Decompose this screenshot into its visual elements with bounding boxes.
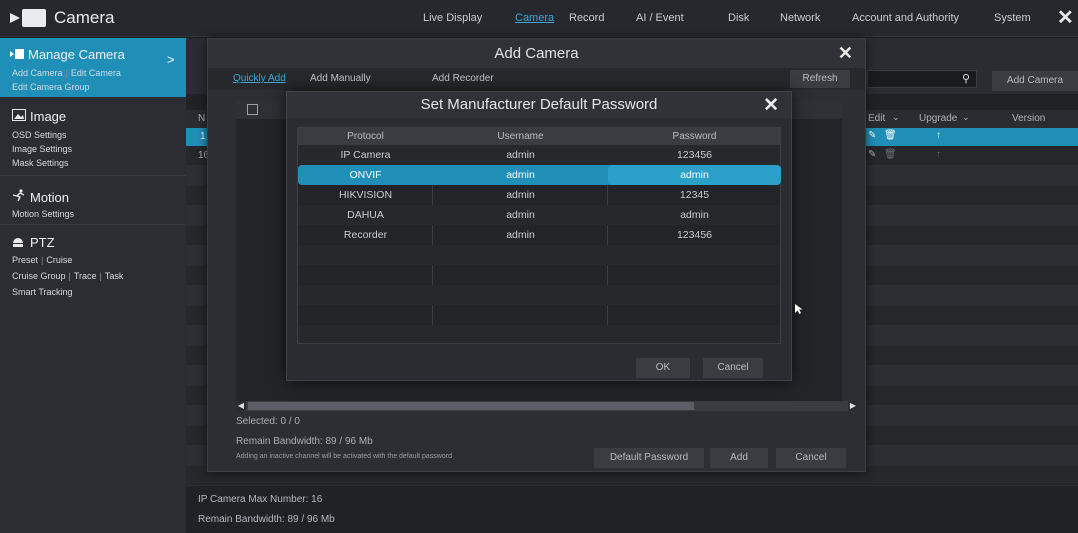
ip-camera-max-number: IP Camera Max Number: 16 xyxy=(198,494,323,505)
cell-password[interactable]: 123456 xyxy=(608,145,781,165)
motion-icon xyxy=(12,189,25,201)
password-table-header: Protocol Username Password xyxy=(298,128,780,145)
dialog-tabs: Quickly Add Add Manually Add Recorder Re… xyxy=(208,68,865,90)
cell-protocol: Recorder xyxy=(343,229,388,241)
cell-password[interactable]: admin xyxy=(608,205,781,225)
image-icon xyxy=(12,109,26,121)
sidebar-link-preset[interactable]: Preset xyxy=(12,255,38,265)
add-button[interactable]: Add xyxy=(710,448,768,468)
cell-protocol: HIKVISION xyxy=(338,189,393,201)
mouse-cursor-icon xyxy=(795,304,803,314)
ptz-icon xyxy=(13,238,23,247)
nav-camera[interactable]: Camera xyxy=(515,0,554,37)
cell-username[interactable]: admin xyxy=(433,165,608,185)
search-input[interactable]: ⚲ xyxy=(867,70,977,88)
cell-password[interactable]: admin xyxy=(608,165,781,185)
cancel-button[interactable]: Cancel xyxy=(776,448,846,468)
column-version: Version xyxy=(1012,113,1046,124)
row-number: 1 xyxy=(200,131,206,142)
upgrade-icon[interactable]: ↑ xyxy=(936,149,941,160)
dialog-remain-bandwidth: Remain Bandwidth: 89 / 96 Mb xyxy=(236,436,373,447)
ok-button[interactable]: OK xyxy=(636,358,690,378)
cancel-button[interactable]: Cancel xyxy=(703,358,763,378)
sidebar-link-smart-tracking[interactable]: Smart Tracking xyxy=(12,287,73,297)
search-icon[interactable]: ⚲ xyxy=(962,72,970,85)
sidebar-title-image[interactable]: Image xyxy=(30,109,66,124)
close-icon[interactable]: ✕ xyxy=(1057,8,1074,28)
sidebar-link-add-camera[interactable]: Add Camera xyxy=(12,68,63,78)
nav-record[interactable]: Record xyxy=(569,0,604,37)
sidebar-title-manage-camera: Manage Camera xyxy=(28,47,125,62)
dialog-title: Add Camera xyxy=(208,39,865,68)
sidebar: Manage Camera Add Camera | Edit Camera Edi… xyxy=(0,38,186,533)
sidebar-link-cruise[interactable]: Cruise xyxy=(46,255,72,265)
camera-icon xyxy=(10,49,24,59)
header-password: Password xyxy=(672,131,717,142)
cell-username[interactable]: admin xyxy=(433,225,608,245)
tab-add-recorder[interactable]: Add Recorder xyxy=(432,73,494,84)
chevron-down-icon[interactable]: ⌄ xyxy=(962,112,970,123)
activation-note: Adding an inactive channel will be activ… xyxy=(236,453,452,460)
cell-protocol: DAHUA xyxy=(347,209,384,221)
top-bar: Camera Live Display Camera Record AI / E… xyxy=(0,0,1078,37)
sidebar-link-edit-camera[interactable]: Edit Camera xyxy=(71,68,121,78)
sidebar-link-mask-settings[interactable]: Mask Settings xyxy=(12,158,69,168)
default-password-dialog: Set Manufacturer Default Password ✕ Prot… xyxy=(286,91,792,381)
column-edit: Edit xyxy=(868,113,886,124)
column-upgrade: Upgrade xyxy=(919,113,958,124)
cell-protocol: IP Camera xyxy=(340,149,391,161)
camera-icon xyxy=(10,9,46,27)
column-no: N xyxy=(198,113,206,124)
scroll-left-icon[interactable]: ◀ xyxy=(236,401,246,411)
refresh-button[interactable]: Refresh xyxy=(790,70,850,88)
chevron-down-icon[interactable]: ⌄ xyxy=(892,112,900,123)
remain-bandwidth: Remain Bandwidth: 89 / 96 Mb xyxy=(198,514,335,525)
cell-password[interactable]: 123456 xyxy=(608,225,781,245)
nav-disk[interactable]: Disk xyxy=(728,0,749,37)
sidebar-title-motion[interactable]: Motion xyxy=(30,190,69,205)
edit-icon[interactable]: ✎ xyxy=(868,149,876,160)
edit-icon[interactable]: ✎ xyxy=(868,130,876,141)
sidebar-title-ptz[interactable]: PTZ xyxy=(30,235,55,250)
header-username: Username xyxy=(497,131,544,142)
close-icon[interactable]: ✕ xyxy=(838,43,853,64)
delete-icon[interactable]: 🗑 xyxy=(884,149,897,160)
close-icon[interactable]: ✕ xyxy=(763,94,779,117)
cell-username[interactable]: admin xyxy=(433,145,608,165)
app-title: Camera xyxy=(54,8,115,27)
sidebar-link-trace[interactable]: Trace xyxy=(74,271,97,281)
password-table: Protocol Username Password IP Camera adm… xyxy=(297,127,781,344)
scrollbar-thumb[interactable] xyxy=(248,402,694,410)
chevron-right-icon: > xyxy=(167,52,175,67)
sidebar-link-image-settings[interactable]: Image Settings xyxy=(12,144,72,154)
header-protocol: Protocol xyxy=(347,131,384,142)
sidebar-link-task[interactable]: Task xyxy=(105,271,124,281)
cell-username[interactable]: admin xyxy=(433,185,608,205)
tab-add-manually[interactable]: Add Manually xyxy=(310,73,371,84)
horizontal-scrollbar[interactable]: ◀ ▶ xyxy=(236,401,858,411)
upgrade-icon[interactable]: ↑ xyxy=(936,130,941,141)
selected-count: Selected: 0 / 0 xyxy=(236,416,300,427)
cell-username[interactable]: admin xyxy=(433,205,608,225)
cell-protocol: ONVIF xyxy=(349,169,382,181)
delete-icon[interactable]: 🗑 xyxy=(884,130,897,141)
dialog-title: Set Manufacturer Default Password xyxy=(287,92,791,118)
scroll-right-icon[interactable]: ▶ xyxy=(848,401,858,411)
tab-quickly-add[interactable]: Quickly Add xyxy=(233,73,286,84)
nav-live-display[interactable]: Live Display xyxy=(423,0,482,37)
add-camera-button[interactable]: Add Camera xyxy=(992,71,1078,91)
sidebar-link-motion-settings[interactable]: Motion Settings xyxy=(12,209,74,219)
nav-system[interactable]: System xyxy=(994,0,1031,37)
cell-password[interactable]: 12345 xyxy=(608,185,781,205)
sidebar-link-cruise-group[interactable]: Cruise Group xyxy=(12,271,66,281)
nav-account-authority[interactable]: Account and Authority xyxy=(852,0,959,37)
nav-ai-event[interactable]: AI / Event xyxy=(636,0,684,37)
nav-network[interactable]: Network xyxy=(780,0,820,37)
sidebar-item-manage-camera[interactable]: Manage Camera Add Camera | Edit Camera Edi… xyxy=(0,38,186,97)
select-all-checkbox[interactable] xyxy=(247,104,258,115)
sidebar-link-edit-camera-group[interactable]: Edit Camera Group xyxy=(12,82,90,92)
sidebar-link-osd-settings[interactable]: OSD Settings xyxy=(12,130,67,140)
default-password-button[interactable]: Default Password xyxy=(594,448,704,468)
